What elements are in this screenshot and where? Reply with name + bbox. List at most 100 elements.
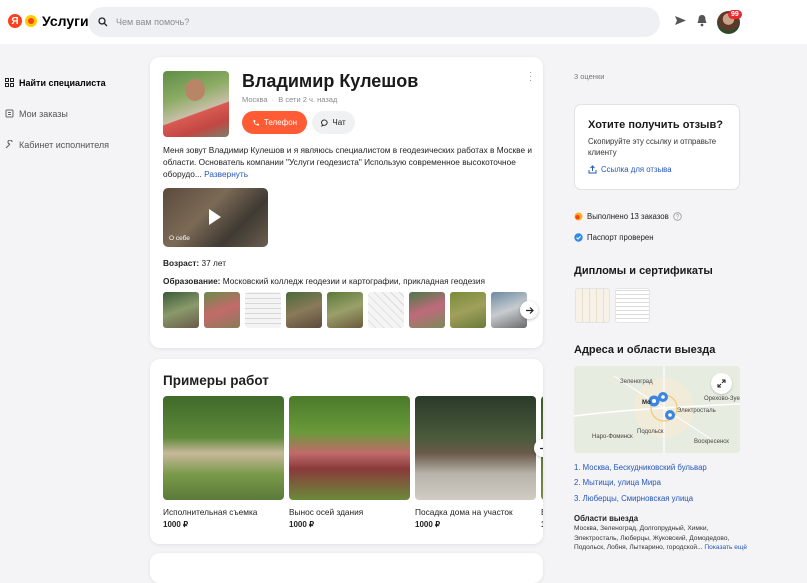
- education-row: Образование: Московский колледж геодезии…: [163, 276, 485, 286]
- search-input[interactable]: [116, 17, 616, 27]
- education-value: Московский колледж геодезии и картографи…: [222, 276, 485, 286]
- orders-done-text: Выполнено 13 заказов: [587, 212, 669, 221]
- diploma-thumb[interactable]: [575, 288, 610, 323]
- phone-icon: [253, 119, 259, 126]
- map-label: Орехово-Зуе: [704, 396, 740, 402]
- areas-list: Москва, Зеленоград, Долгопрудный, Химки,…: [574, 524, 749, 553]
- top-bar: Я Услуги 99: [0, 0, 807, 44]
- gallery-thumb[interactable]: [409, 292, 445, 328]
- map-label: Зеленоград: [620, 379, 653, 385]
- help-icon[interactable]: ?: [673, 212, 682, 221]
- phone-button-label: Телефон: [263, 118, 298, 127]
- ratings-count: 3 оценки: [574, 72, 605, 81]
- address-link[interactable]: 2. Мытищи, улица Мира: [574, 478, 661, 487]
- send-icon[interactable]: [674, 14, 687, 27]
- review-text: Скопируйте эту ссылку и отправьте клиент…: [588, 137, 717, 157]
- diploma-thumb[interactable]: [615, 288, 650, 323]
- chat-button[interactable]: Чат: [312, 111, 355, 134]
- gallery-thumb[interactable]: [286, 292, 322, 328]
- sidebar-item-label: Мои заказы: [19, 108, 68, 119]
- sidebar-item-my-orders[interactable]: Мои заказы: [5, 98, 109, 129]
- orders-icon: [5, 109, 14, 118]
- orders-done-icon: [574, 212, 583, 221]
- meta-separator: ·: [271, 95, 275, 104]
- work-image: [163, 396, 284, 500]
- expand-icon: [717, 379, 726, 388]
- areas-show-more-link[interactable]: Показать ещё: [704, 544, 747, 551]
- areas-title: Области выезда: [574, 514, 639, 523]
- work-price: 1000 ₽: [415, 520, 441, 529]
- sidebar-item-find-specialist[interactable]: Найти специалиста: [5, 67, 109, 98]
- work-price: 1000 ₽: [289, 520, 315, 529]
- profile-name: Владимир Кулешов: [242, 71, 419, 91]
- gallery-next-button[interactable]: [520, 301, 538, 319]
- diplomas-title: Дипломы и сертификаты: [574, 265, 713, 277]
- search-icon: [98, 17, 108, 27]
- review-link[interactable]: Ссылка для отзыва: [588, 165, 672, 174]
- passport-row: Паспорт проверен: [574, 233, 654, 242]
- work-item[interactable]: Исполнительная съемка 1000 ₽: [163, 396, 284, 529]
- education-label: Образование:: [163, 276, 221, 286]
- address-link[interactable]: 1. Москва, Бескудниковский бульвар: [574, 463, 707, 472]
- play-icon: [209, 209, 221, 225]
- work-image: [415, 396, 536, 500]
- yandex-logo-icon: Я: [8, 14, 22, 28]
- more-menu-icon[interactable]: · · ·: [529, 68, 532, 86]
- gallery-thumb[interactable]: [163, 292, 199, 328]
- gallery-thumb[interactable]: [368, 292, 404, 328]
- chat-button-label: Чат: [332, 118, 346, 127]
- phone-button[interactable]: Телефон: [242, 111, 307, 134]
- sidebar: Найти специалиста Мои заказы Кабинет исп…: [5, 67, 109, 160]
- profile-card: Владимир Кулешов Москва · В сети 2 ч. на…: [150, 57, 543, 348]
- profile-meta: Москва · В сети 2 ч. назад: [242, 95, 337, 104]
- review-title: Хотите получить отзыв?: [588, 119, 723, 131]
- map-label: Подольск: [637, 429, 664, 435]
- map-expand-button[interactable]: [711, 373, 732, 394]
- gallery-thumb[interactable]: [450, 292, 486, 328]
- addresses-title: Адреса и области выезда: [574, 344, 716, 356]
- review-link-label: Ссылка для отзыва: [601, 165, 672, 174]
- gallery-thumb[interactable]: [204, 292, 240, 328]
- work-item[interactable]: В 1: [541, 396, 543, 529]
- address-link[interactable]: 3. Люберцы, Смирновская улица: [574, 494, 693, 503]
- orders-done-row: Выполнено 13 заказов ?: [574, 212, 682, 221]
- work-price: 1000 ₽: [163, 520, 189, 529]
- verified-check-icon: [574, 233, 583, 242]
- bio-expand-link[interactable]: Развернуть: [204, 169, 248, 179]
- video-label: О себе: [169, 235, 190, 242]
- logo-text: Услуги: [42, 13, 89, 29]
- photo-gallery: [163, 292, 527, 328]
- work-image: [289, 396, 410, 500]
- service-area-map[interactable]: Зеленоград Мо Электросталь Орехово-Зуе Н…: [574, 366, 740, 453]
- work-price: 1: [541, 520, 543, 529]
- get-review-card: Хотите получить отзыв? Скопируйте эту сс…: [574, 104, 740, 190]
- logo[interactable]: Я Услуги: [8, 13, 89, 29]
- bell-icon[interactable]: [696, 14, 708, 27]
- work-title: Вынос осей здания: [289, 507, 364, 517]
- intro-video[interactable]: О себе: [163, 188, 268, 247]
- work-item[interactable]: Вынос осей здания 1000 ₽: [289, 396, 410, 529]
- gallery-thumb[interactable]: [327, 292, 363, 328]
- work-title: Исполнительная съемка: [163, 507, 258, 517]
- gallery-thumb[interactable]: [245, 292, 281, 328]
- arrow-right-icon: [539, 447, 543, 449]
- work-title: В: [541, 507, 543, 517]
- profile-photo[interactable]: [163, 71, 229, 137]
- profile-bio: Меня зовут Владимир Кулешов и я являюсь …: [163, 144, 533, 180]
- notification-badge: 99: [728, 10, 742, 19]
- sidebar-item-performer-cabinet[interactable]: Кабинет исполнителя: [5, 129, 109, 160]
- work-item[interactable]: Посадка дома на участок 1000 ₽: [415, 396, 536, 529]
- passport-text: Паспорт проверен: [587, 233, 654, 242]
- wrench-icon: [5, 140, 13, 149]
- online-status: В сети 2 ч. назад: [278, 95, 338, 104]
- age-label: Возраст:: [163, 258, 200, 268]
- share-icon: [588, 165, 597, 174]
- map-label: Воскресенск: [694, 439, 729, 445]
- age-row: Возраст: 37 лет: [163, 258, 226, 268]
- sidebar-item-label: Кабинет исполнителя: [19, 139, 110, 150]
- search-bar[interactable]: [88, 7, 660, 37]
- work-examples-card: Примеры работ Исполнительная съемка 1000…: [150, 359, 543, 544]
- grid-icon: [5, 78, 14, 87]
- next-section-card: [150, 553, 543, 583]
- sidebar-item-label: Найти специалиста: [19, 77, 106, 88]
